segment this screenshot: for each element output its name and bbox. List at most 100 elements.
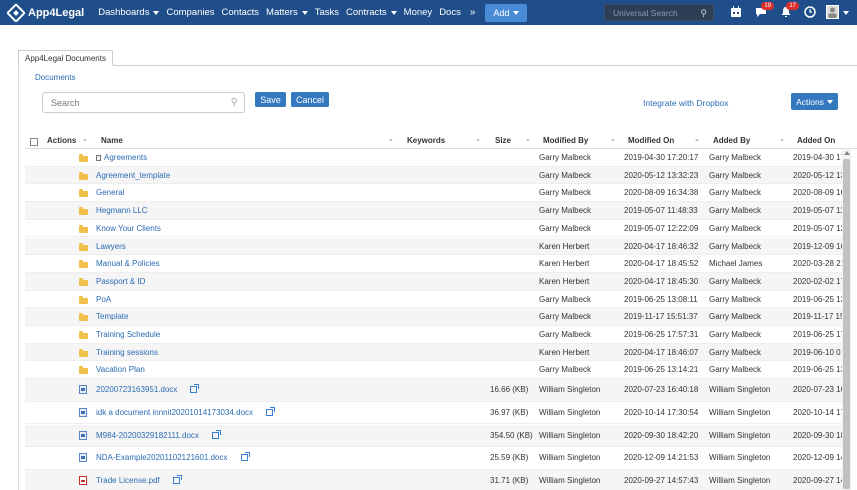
tab-app4legal-documents[interactable]: App4Legal Documents: [18, 50, 113, 66]
nav-item-contracts[interactable]: Contracts: [346, 7, 397, 18]
column-modified-on[interactable]: Modified On: [628, 136, 674, 145]
document-name-link[interactable]: M984-20200329182111.docx: [96, 431, 199, 440]
document-name-link[interactable]: Trade License.pdf: [96, 476, 160, 485]
double-chevron-down-icon[interactable]: »: [470, 7, 476, 18]
external-link-icon[interactable]: [240, 452, 250, 462]
table-row[interactable]: General Garry Malbeck 2020-08-09 16:34:38 G…: [25, 184, 842, 203]
added-on-cell: 2019-12-09 16: [793, 241, 842, 251]
panel-border: [18, 65, 19, 490]
table-row[interactable]: Vacation Plan Garry Malbeck 2019-06-25 13:…: [25, 361, 842, 380]
document-name-link[interactable]: Lawyers: [96, 242, 126, 251]
brand-logo[interactable]: App4Legal: [6, 2, 84, 23]
external-link-icon[interactable]: [211, 429, 221, 439]
document-name-link[interactable]: Training sessions: [96, 348, 158, 357]
document-name-link[interactable]: idk a document innnit20201014173034.docx: [96, 408, 253, 417]
column-size[interactable]: Size: [495, 136, 511, 145]
document-name-link[interactable]: NDA-Example20201102121601.docx: [96, 453, 228, 462]
document-name-text: Manual & Policies: [96, 259, 160, 269]
table-row[interactable]: Hegmann LLC Garry Malbeck 2019-05-07 11:48…: [25, 202, 842, 220]
table-scrollbar[interactable]: [842, 149, 851, 490]
column-modified-by-menu-icon[interactable]: ⌄: [610, 135, 616, 143]
folder-icon: [79, 154, 88, 162]
nav-item-matters[interactable]: Matters: [266, 7, 308, 18]
column-added-by[interactable]: Added By: [713, 136, 750, 145]
document-name-link[interactable]: Agreements: [96, 153, 147, 162]
column-modified-on-menu-icon[interactable]: ⌄: [694, 135, 700, 143]
integrate-dropbox-link[interactable]: Integrate with Dropbox: [643, 98, 729, 108]
file-size-cell: 31.71 (KB): [490, 475, 529, 485]
document-name-link[interactable]: Agreement_template: [96, 171, 170, 180]
word-file-icon: [79, 385, 87, 395]
document-name-link[interactable]: PoA: [96, 295, 111, 304]
table-row[interactable]: Agreement_template Garry Malbeck 2020-05-1…: [25, 166, 842, 185]
nav-item-money[interactable]: Money: [404, 7, 433, 18]
table-row[interactable]: Lawyers Karen Herbert 2020-04-17 18:46:32 G…: [25, 237, 842, 256]
modified-on-cell: 2020-04-17 18:45:52: [624, 259, 699, 269]
search-icon[interactable]: ⚲: [700, 8, 707, 19]
cancel-button[interactable]: Cancel: [291, 92, 329, 107]
added-by-cell: Garry Malbeck: [709, 153, 762, 162]
user-menu-chevron-icon[interactable]: [843, 11, 849, 15]
messages-icon[interactable]: 19: [755, 2, 774, 18]
added-on-cell: 2019-06-25 13: [793, 365, 842, 375]
table-row[interactable]: idk a document innnit20201014173034.docx…: [25, 402, 842, 425]
table-row[interactable]: Trade License.pdf 31.71 (KB) William Singl…: [25, 469, 842, 490]
folder-icon: [79, 295, 88, 304]
column-modified-by[interactable]: Modified By: [543, 136, 588, 145]
calendar-icon[interactable]: [730, 6, 742, 18]
actions-dropdown-button[interactable]: Actions: [791, 93, 838, 110]
external-link-icon[interactable]: [190, 384, 200, 394]
column-size-menu-icon[interactable]: ⌄: [525, 135, 531, 143]
add-button[interactable]: Add: [485, 3, 528, 22]
document-name-link[interactable]: Template: [96, 312, 128, 321]
document-name-link[interactable]: Vacation Plan: [96, 365, 145, 374]
table-row[interactable]: Training Schedule Garry Malbeck 2019-06-25…: [25, 326, 842, 344]
column-name[interactable]: Name: [101, 136, 123, 145]
save-button[interactable]: Save: [255, 92, 286, 107]
document-name-link[interactable]: 20200723163951.docx: [96, 385, 177, 394]
notifications-icon[interactable]: 17: [780, 2, 799, 18]
table-row[interactable]: Training sessions Karen Herbert 2020-04-17…: [25, 343, 842, 362]
scroll-up-arrow-icon[interactable]: [844, 151, 850, 155]
column-actions[interactable]: Actions: [47, 136, 76, 145]
column-keywords[interactable]: Keywords: [407, 136, 445, 145]
table-row[interactable]: Manual & Policies Karen Herbert 2020-04-17…: [25, 255, 842, 273]
documents-search-input[interactable]: Search ⚲: [42, 92, 245, 113]
folder-icon: [79, 189, 88, 198]
table-row[interactable]: 20200723163951.docx 16.66 (KB) William Sin…: [25, 379, 842, 402]
table-row[interactable]: M984-20200329182111.docx 354.50 (KB) Willi…: [25, 424, 842, 448]
nav-item-docs[interactable]: Docs: [439, 7, 461, 18]
table-row[interactable]: Template Garry Malbeck 2019-11-17 15:51:37…: [25, 308, 842, 326]
external-link-icon[interactable]: [266, 406, 276, 416]
universal-search-input[interactable]: Universal Search ⚲: [604, 4, 714, 21]
nav-item-dashboards[interactable]: Dashboards: [98, 7, 160, 18]
column-keywords-menu-icon[interactable]: ⌄: [475, 135, 481, 143]
breadcrumb-documents[interactable]: Documents: [35, 73, 75, 82]
nav-item-companies[interactable]: Companies: [166, 7, 214, 18]
table-row[interactable]: Know Your Clients Garry Malbeck 2019-05-07…: [25, 220, 842, 238]
document-name-link[interactable]: Know Your Clients: [96, 224, 161, 233]
user-avatar[interactable]: [826, 5, 839, 19]
external-link-icon[interactable]: [172, 474, 182, 484]
column-added-on[interactable]: Added On: [797, 136, 835, 145]
table-row[interactable]: Passport & ID Karen Herbert 2020-04-17 18:…: [25, 272, 842, 291]
nav-item-contacts[interactable]: Contacts: [222, 7, 260, 18]
document-name-link[interactable]: Training Schedule: [96, 330, 160, 339]
pdf-file-icon: [79, 475, 87, 485]
column-added-by-menu-icon[interactable]: ⌄: [779, 135, 785, 143]
table-row[interactable]: PoA Garry Malbeck 2019-06-25 13:08:11 Garry…: [25, 291, 842, 309]
document-name-link[interactable]: Manual & Policies: [96, 259, 160, 268]
nav-item-tasks[interactable]: Tasks: [315, 7, 339, 18]
breadcrumb[interactable]: Documents: [35, 73, 75, 82]
scrollbar-thumb[interactable]: [843, 159, 850, 489]
table-row[interactable]: Agreements Garry Malbeck 2019-04-30 17:20:…: [25, 149, 842, 167]
document-name-link[interactable]: Hegmann LLC: [96, 206, 148, 215]
document-name-link[interactable]: General: [96, 188, 124, 197]
search-icon[interactable]: ⚲: [231, 97, 238, 108]
column-name-menu-icon[interactable]: ⌄: [388, 135, 394, 143]
document-name-text: Hegmann LLC: [96, 206, 148, 216]
table-row[interactable]: NDA-Example20201102121601.docx 25.59 (KB)…: [25, 447, 842, 470]
clock-icon[interactable]: [804, 6, 816, 18]
document-name-link[interactable]: Passport & ID: [96, 277, 145, 286]
column-actions-menu-icon[interactable]: ⌄: [82, 135, 88, 143]
